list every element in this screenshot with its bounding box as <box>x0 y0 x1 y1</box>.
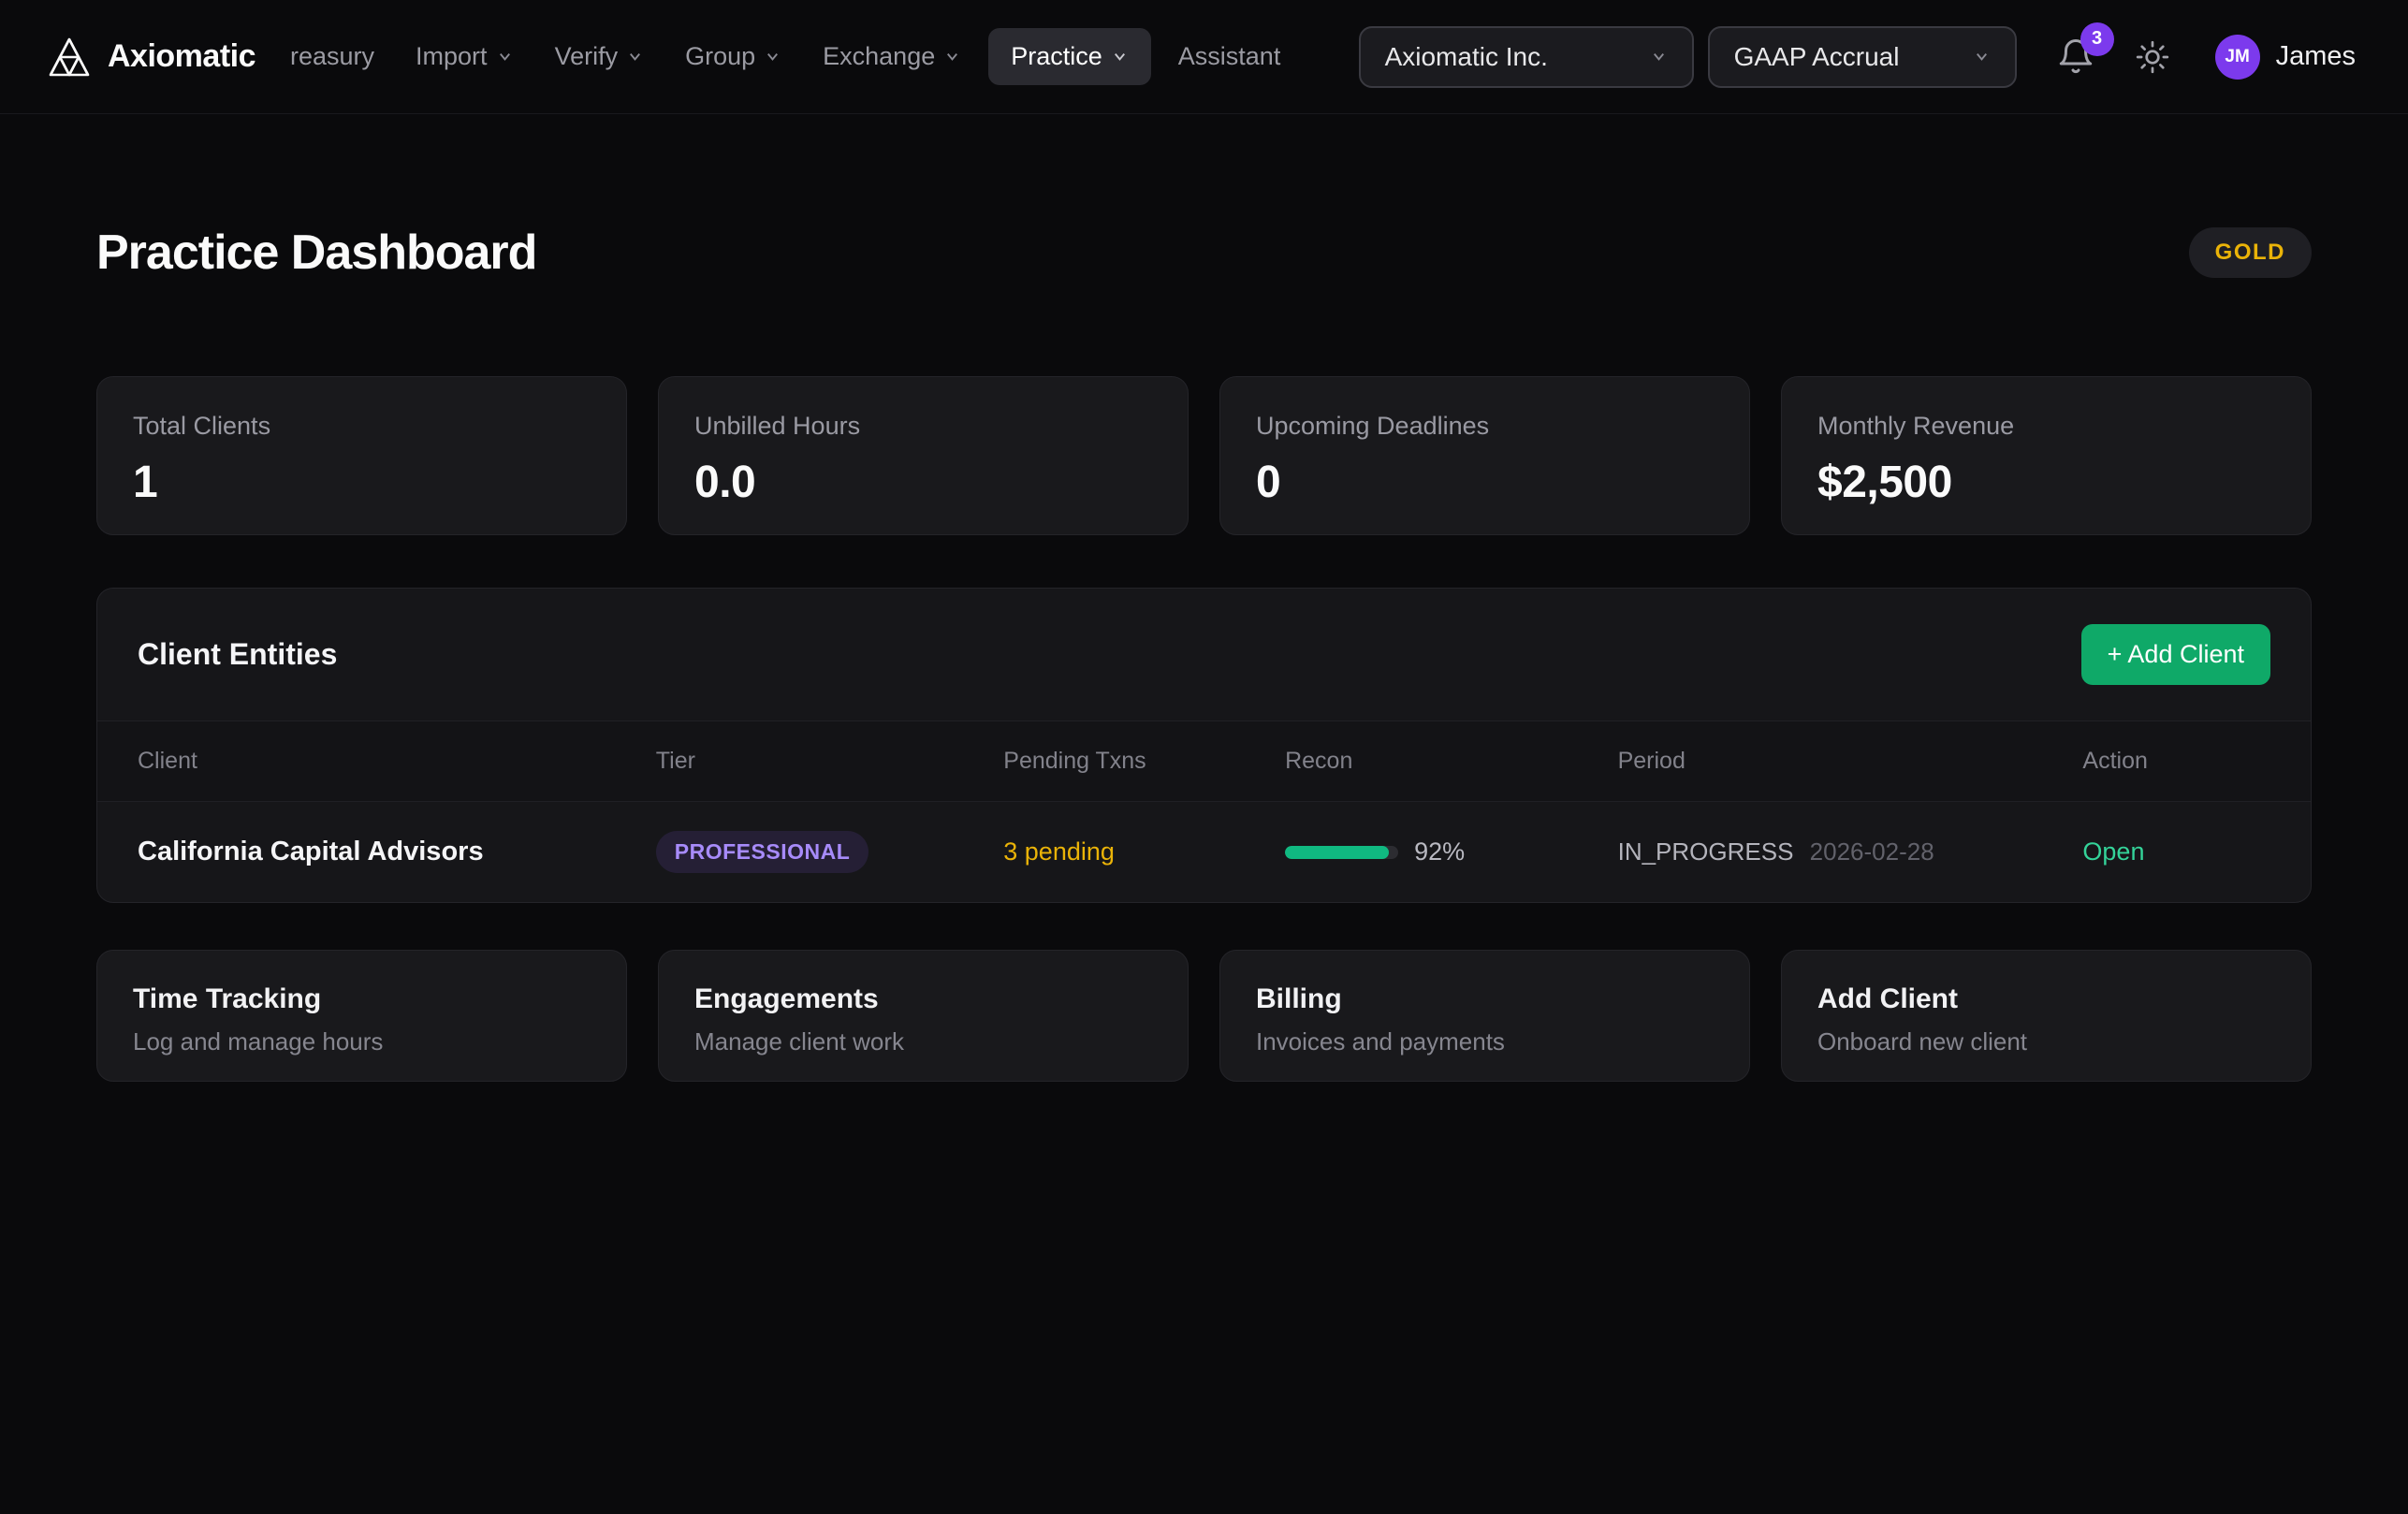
tier-cell: PROFESSIONAL <box>656 831 1003 873</box>
nav-item-label: reasury <box>290 42 374 71</box>
primary-nav: reasury Import Verify Group Exchange Pra… <box>276 28 1294 85</box>
nav-item-label: Practice <box>1011 42 1102 71</box>
quick-action-time-tracking[interactable]: Time Tracking Log and manage hours <box>96 950 627 1082</box>
column-header-action: Action <box>2082 748 2270 775</box>
quick-action-subtitle: Onboard new client <box>1817 1027 2275 1056</box>
notifications-button[interactable]: 3 <box>2056 37 2095 77</box>
stat-card-total-clients: Total Clients 1 <box>96 376 627 535</box>
basis-select-value: GAAP Accrual <box>1734 42 1900 72</box>
stat-value: 0 <box>1256 457 1714 508</box>
client-name: California Capital Advisors <box>138 837 656 867</box>
open-client-link[interactable]: Open <box>2082 837 2144 866</box>
column-header-client: Client <box>138 748 656 775</box>
nav-item-practice[interactable]: Practice <box>988 28 1151 85</box>
stat-value: 1 <box>133 457 591 508</box>
period-cell: IN_PROGRESS 2026-02-28 <box>1618 837 2083 866</box>
quick-action-add-client[interactable]: Add Client Onboard new client <box>1781 950 2312 1082</box>
quick-action-subtitle: Manage client work <box>694 1027 1152 1056</box>
quick-action-subtitle: Log and manage hours <box>133 1027 591 1056</box>
stat-card-monthly-revenue: Monthly Revenue $2,500 <box>1781 376 2312 535</box>
stat-card-unbilled-hours: Unbilled Hours 0.0 <box>658 376 1189 535</box>
notification-count-badge: 3 <box>2080 22 2114 56</box>
quick-action-title: Add Client <box>1817 983 2275 1015</box>
nav-item-label: Group <box>685 42 755 71</box>
client-entities-header: Client Entities + Add Client <box>97 589 2311 721</box>
title-row: Practice Dashboard GOLD <box>96 225 2312 281</box>
nav-item-treasury[interactable]: reasury <box>276 28 388 85</box>
axiomatic-logo-icon <box>48 36 91 79</box>
stat-label: Upcoming Deadlines <box>1256 412 1714 441</box>
nav-item-label: Assistant <box>1178 42 1281 71</box>
brand[interactable]: Axiomatic <box>48 36 255 79</box>
quick-action-engagements[interactable]: Engagements Manage client work <box>658 950 1189 1082</box>
chevron-down-icon <box>496 48 514 66</box>
page-title: Practice Dashboard <box>96 225 536 281</box>
stat-label: Monthly Revenue <box>1817 412 2275 441</box>
avatar: JM <box>2215 35 2260 80</box>
chevron-down-icon <box>764 48 781 66</box>
nav-item-label: Verify <box>555 42 619 71</box>
quick-action-title: Time Tracking <box>133 983 591 1015</box>
nav-item-group[interactable]: Group <box>671 28 795 85</box>
stat-card-upcoming-deadlines: Upcoming Deadlines 0 <box>1219 376 1750 535</box>
sun-icon <box>2135 39 2170 75</box>
table-row[interactable]: California Capital Advisors PROFESSIONAL… <box>97 802 2311 902</box>
stat-label: Unbilled Hours <box>694 412 1152 441</box>
entity-select[interactable]: Axiomatic Inc. <box>1359 26 1694 88</box>
nav-item-assistant[interactable]: Assistant <box>1164 28 1295 85</box>
quick-action-title: Engagements <box>694 983 1152 1015</box>
column-header-pending: Pending Txns <box>1003 748 1285 775</box>
action-cell: Open <box>2082 837 2270 866</box>
nav-item-label: Import <box>416 42 488 71</box>
column-header-period: Period <box>1618 748 2083 775</box>
user-name: James <box>2276 41 2356 72</box>
tier-badge: PROFESSIONAL <box>656 831 868 873</box>
quick-action-billing[interactable]: Billing Invoices and payments <box>1219 950 1750 1082</box>
stat-label: Total Clients <box>133 412 591 441</box>
quick-action-title: Billing <box>1256 983 1714 1015</box>
recon-cell: 92% <box>1285 837 1618 866</box>
recon-percentage: 92% <box>1414 837 1465 866</box>
client-entities-panel: Client Entities + Add Client Client Tier… <box>96 588 2312 903</box>
period-date: 2026-02-28 <box>1810 837 1934 866</box>
column-header-recon: Recon <box>1285 748 1618 775</box>
chevron-down-icon <box>1973 48 1991 66</box>
entity-select-value: Axiomatic Inc. <box>1385 42 1548 72</box>
recon-progress-fill <box>1285 846 1389 859</box>
gold-tier-badge: GOLD <box>2189 227 2312 278</box>
chevron-down-icon <box>626 48 644 66</box>
nav-item-verify[interactable]: Verify <box>541 28 659 85</box>
stats-grid: Total Clients 1 Unbilled Hours 0.0 Upcom… <box>96 376 2312 535</box>
table-header-row: Client Tier Pending Txns Recon Period Ac… <box>97 721 2311 802</box>
period-status: IN_PROGRESS <box>1618 837 1794 866</box>
add-client-button[interactable]: + Add Client <box>2081 624 2270 685</box>
brand-name: Axiomatic <box>108 38 255 75</box>
pending-txns: 3 pending <box>1003 837 1285 866</box>
chevron-down-icon <box>943 48 961 66</box>
quick-actions-grid: Time Tracking Log and manage hours Engag… <box>96 950 2312 1082</box>
theme-toggle-button[interactable] <box>2135 39 2170 75</box>
nav-item-exchange[interactable]: Exchange <box>809 28 975 85</box>
main-content: Practice Dashboard GOLD Total Clients 1 … <box>0 225 2408 1082</box>
column-header-tier: Tier <box>656 748 1003 775</box>
user-menu[interactable]: JM James <box>2215 35 2356 80</box>
client-entities-title: Client Entities <box>138 637 337 672</box>
stat-value: 0.0 <box>694 457 1152 508</box>
chevron-down-icon <box>1111 48 1129 66</box>
stat-value: $2,500 <box>1817 457 2275 508</box>
accounting-basis-select[interactable]: GAAP Accrual <box>1708 26 2017 88</box>
chevron-down-icon <box>1650 48 1668 66</box>
recon-progress-track <box>1285 846 1398 859</box>
nav-item-label: Exchange <box>823 42 935 71</box>
quick-action-subtitle: Invoices and payments <box>1256 1027 1714 1056</box>
top-navigation: Axiomatic reasury Import Verify Group Ex… <box>0 0 2408 114</box>
nav-item-import[interactable]: Import <box>401 28 528 85</box>
